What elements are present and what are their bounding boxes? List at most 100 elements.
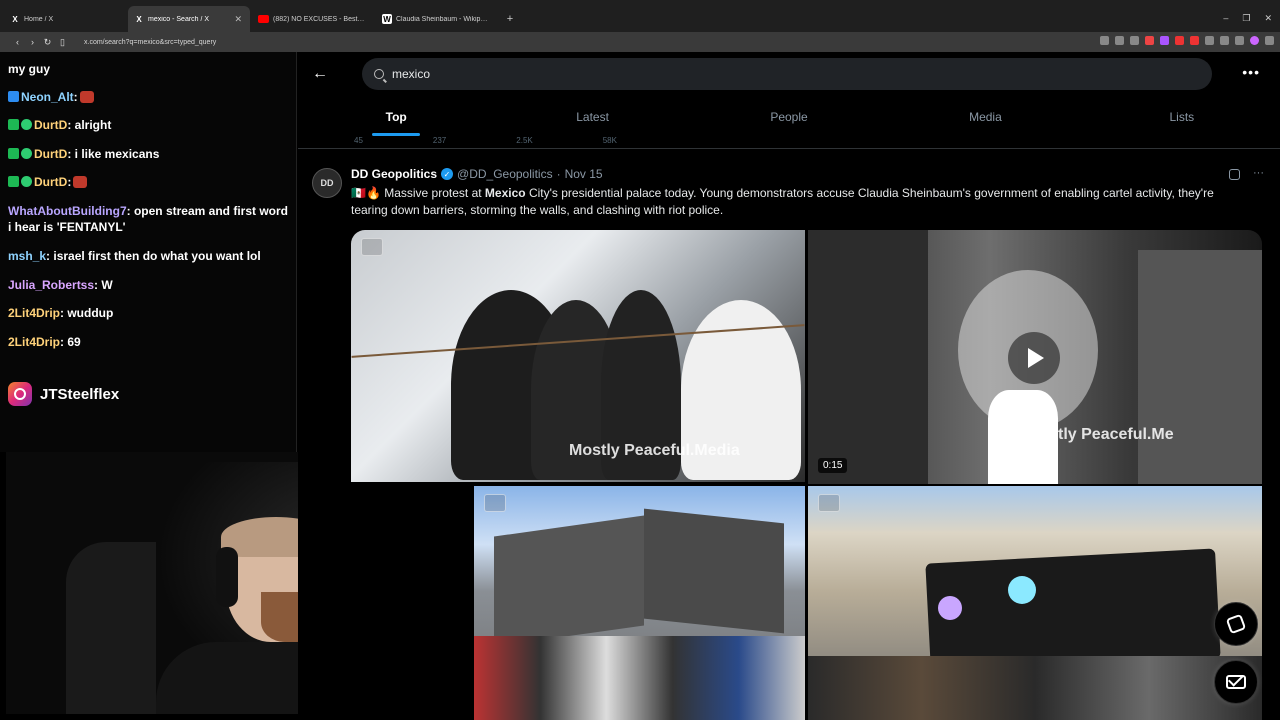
url-field[interactable]: x.com/search?q=mexico&src=typed_query <box>84 39 216 46</box>
chat-message: Julia_Robertss: W <box>8 278 113 292</box>
chat-message: msh_k: israel first then do what you wan… <box>8 249 261 263</box>
sidebar-icon[interactable] <box>1235 36 1244 45</box>
instagram-handle: JTSteelflex <box>8 382 119 406</box>
extension-icon[interactable] <box>1160 36 1169 45</box>
video-duration: 0:15 <box>818 458 848 473</box>
tab-latest[interactable]: Latest <box>494 104 690 136</box>
tab-lists[interactable]: Lists <box>1084 104 1280 136</box>
emote-icon <box>73 176 88 188</box>
profile-icon[interactable] <box>1250 36 1259 45</box>
browser-tab-wikipedia[interactable]: W Claudia Sheinbaum - Wikipedia <box>376 6 498 32</box>
media-image-3[interactable] <box>474 486 805 720</box>
search-icon <box>374 69 384 79</box>
badge-icon <box>21 119 32 130</box>
x-logo-icon: X <box>136 14 142 24</box>
minimize-button[interactable]: – <box>1223 13 1228 24</box>
like-count[interactable]: 2.5K <box>516 136 532 148</box>
cast-icon[interactable] <box>1100 36 1109 45</box>
repost-count[interactable]: 237 <box>433 136 446 148</box>
grok-fab[interactable] <box>1214 602 1258 646</box>
x-logo-icon: X <box>12 14 18 24</box>
watermark: Mostly Peaceful.Media <box>569 442 740 459</box>
extension-icon[interactable] <box>1175 36 1184 45</box>
browser-tab-bar: X Home / X X mexico - Search / X ✕ (882)… <box>0 0 1280 32</box>
main-content: ← mexico ••• Top Latest People Media Lis… <box>298 52 1280 720</box>
chat-message: DurtD: i like mexicans <box>8 146 290 162</box>
tab-people[interactable]: People <box>691 104 887 136</box>
reply-count[interactable]: 45 <box>354 136 363 148</box>
grok-icon[interactable] <box>1229 169 1240 180</box>
play-icon <box>1028 348 1044 368</box>
tab-title: Claudia Sheinbaum - Wikipedia <box>396 15 490 23</box>
envelope-icon <box>1226 675 1246 689</box>
tab-top[interactable]: Top <box>298 104 494 136</box>
stream-chat: my guy Neon_Alt: DurtD: alright DurtD: i… <box>0 52 297 452</box>
maximize-button[interactable]: ❐ <box>1242 13 1250 24</box>
browser-tab-youtube[interactable]: (882) NO EXCUSES - Best Motivational <box>252 6 374 32</box>
wikipedia-icon: W <box>382 14 392 24</box>
tab-media[interactable]: Media <box>887 104 1083 136</box>
media-icon[interactable] <box>1220 36 1229 45</box>
chat-message: DurtD: alright <box>8 117 290 133</box>
tweet-date[interactable]: Nov 15 <box>565 167 603 181</box>
chat-message: my guy <box>8 62 51 76</box>
badge-icon <box>21 148 32 159</box>
new-tab-button[interactable]: + <box>500 6 520 32</box>
extension-icon[interactable] <box>1190 36 1199 45</box>
view-count[interactable]: 58K <box>603 136 617 148</box>
media-image-4[interactable] <box>808 486 1262 720</box>
instagram-icon <box>8 382 32 406</box>
chat-message: Neon_Alt: <box>8 89 290 105</box>
close-tab-icon[interactable]: ✕ <box>234 14 242 25</box>
badge-icon <box>8 148 19 159</box>
watermark: Mostly Peaceful.Me <box>1026 426 1174 443</box>
chat-message: DurtD: <box>8 174 290 190</box>
author-handle[interactable]: @DD_Geopolitics <box>457 167 553 181</box>
badge-icon <box>8 119 19 130</box>
close-window-button[interactable]: ✕ <box>1264 13 1272 24</box>
separator: · <box>556 167 561 181</box>
chat-message: 2Lit4Drip: 69 <box>8 335 81 349</box>
browser-tab-home[interactable]: X Home / X <box>4 6 126 32</box>
forward-icon[interactable]: › <box>25 37 40 47</box>
zoom-icon[interactable] <box>1115 36 1124 45</box>
youtube-icon <box>258 15 269 23</box>
emote-icon <box>79 91 94 103</box>
author-name[interactable]: DD Geopolitics <box>351 167 437 181</box>
tweet-text: 🇲🇽🔥 Massive protest at Mexico City's pre… <box>351 186 1214 217</box>
bookmark-icon[interactable]: ▯ <box>55 37 70 48</box>
previous-tweet-actions: 45 237 2.5K 58K <box>354 136 874 148</box>
download-icon[interactable] <box>361 238 383 256</box>
back-icon[interactable]: ‹ <box>10 37 25 47</box>
extension-icons <box>1100 36 1274 45</box>
menu-icon[interactable] <box>1265 36 1274 45</box>
tweet-header: DD Geopolitics ✓ @DD_Geopolitics · Nov 1… <box>351 167 603 181</box>
divider <box>298 148 1280 149</box>
extension-icon[interactable] <box>1205 36 1214 45</box>
messages-fab[interactable] <box>1214 660 1258 704</box>
chat-message: 2Lit4Drip: wuddup <box>8 306 114 320</box>
window-controls: – ❐ ✕ <box>1223 13 1272 24</box>
badge-icon <box>8 176 19 187</box>
browser-tab-search[interactable]: X mexico - Search / X ✕ <box>128 6 250 32</box>
tab-title: (882) NO EXCUSES - Best Motivational <box>273 15 366 23</box>
tab-title: Home / X <box>24 15 54 23</box>
download-icon[interactable] <box>484 494 506 512</box>
reload-icon[interactable]: ↻ <box>40 37 55 48</box>
back-arrow-icon[interactable]: ← <box>312 65 328 83</box>
badge-icon <box>21 176 32 187</box>
tweet-more-icon[interactable]: ··· <box>1253 167 1264 179</box>
media-video[interactable]: 0:15 Mostly Peaceful.Me <box>808 230 1262 484</box>
share-icon[interactable] <box>1130 36 1139 45</box>
media-image-1[interactable]: Mostly Peaceful.Media <box>351 230 805 482</box>
tab-title: mexico - Search / X <box>148 15 210 23</box>
avatar[interactable]: DD <box>312 168 342 198</box>
search-tabs: Top Latest People Media Lists <box>298 104 1280 136</box>
grok-icon <box>1225 613 1247 635</box>
download-icon[interactable] <box>818 494 840 512</box>
extension-icon[interactable] <box>1145 36 1154 45</box>
more-options-icon[interactable]: ••• <box>1242 64 1260 80</box>
address-bar: ‹ › ↻ ▯ x.com/search?q=mexico&src=typed_… <box>0 32 1280 52</box>
search-input[interactable]: mexico <box>362 58 1212 90</box>
play-button[interactable] <box>1008 332 1060 384</box>
